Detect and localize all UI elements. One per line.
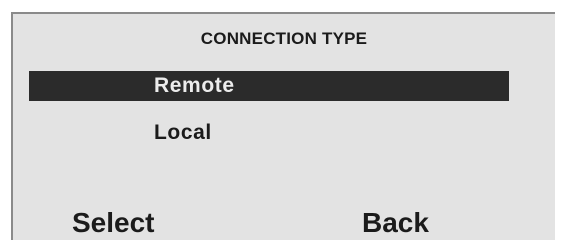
menu-item-remote[interactable]: Remote xyxy=(29,71,509,101)
lcd-screen: CONNECTION TYPE Remote Local Select Back xyxy=(11,12,555,240)
select-softkey[interactable]: Select xyxy=(72,206,155,240)
screen-title: CONNECTION TYPE xyxy=(200,29,368,48)
menu-item-label: Remote xyxy=(154,74,235,97)
menu-item-label: Local xyxy=(154,121,212,144)
menu-item-local[interactable]: Local xyxy=(29,118,509,148)
back-softkey[interactable]: Back xyxy=(362,206,429,240)
